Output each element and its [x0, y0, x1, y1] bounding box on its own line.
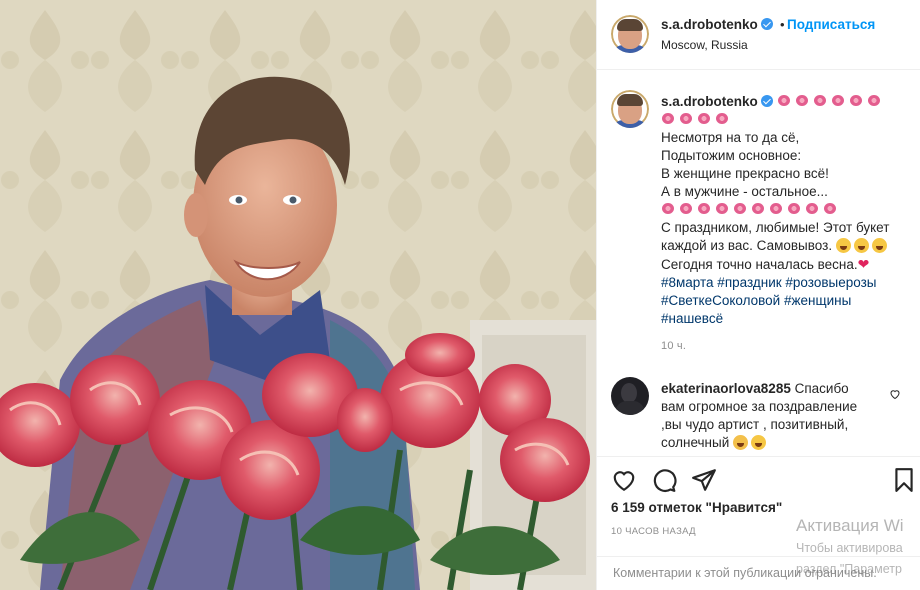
heart-outline-icon[interactable]	[611, 467, 637, 493]
comment-text: ,вы чудо артист , позитивный,	[661, 417, 849, 432]
blossom-emoji-icon	[697, 202, 711, 216]
caption-line-with-emoji: каждой из вас. Самовывоз.	[661, 237, 911, 255]
bookmark-icon[interactable]	[891, 467, 917, 493]
blossom-emoji-icon	[661, 112, 675, 126]
verified-badge-icon	[760, 95, 773, 107]
likes-count[interactable]: 6 159 отметок "Нравится"	[611, 500, 782, 515]
caption-line: Подытожим основное:	[661, 148, 802, 163]
commenter-username[interactable]: ekaterinaorlova8285	[661, 381, 791, 396]
caption-line: В женщине прекрасно всё!	[661, 166, 829, 181]
comment: ekaterinaorlova8285 Спасибо вам огромное…	[661, 380, 881, 452]
comment-bubble-icon[interactable]	[651, 467, 677, 493]
follow-button[interactable]: Подписаться	[787, 17, 875, 32]
laughing-emoji-icon	[871, 238, 887, 253]
blossom-emoji-icon	[849, 94, 863, 108]
post-actions	[597, 456, 920, 500]
post-caption: s.a.drobotenko Несмотря на то да сё, Под…	[661, 93, 911, 328]
caption-line: С праздником, любимые! Этот букет	[661, 220, 890, 235]
hashtags-line[interactable]: #8марта #праздник #розовыерозы	[661, 274, 911, 292]
flower-emoji-row-2	[661, 111, 911, 129]
clapping-emoji-icon	[733, 435, 749, 450]
blossom-emoji-icon	[777, 94, 791, 108]
blossom-emoji-icon	[795, 94, 809, 108]
commenter-avatar[interactable]	[611, 377, 649, 415]
author-username[interactable]: s.a.drobotenko	[661, 17, 773, 32]
flower-emoji-row-1	[777, 94, 885, 109]
blossom-emoji-icon	[813, 94, 827, 108]
separator-dot: •	[780, 17, 785, 32]
comment-text: солнечный	[661, 435, 730, 450]
post-header: s.a.drobotenko • Подписаться Moscow, Rus…	[597, 0, 920, 70]
blossom-emoji-icon	[867, 94, 881, 108]
comments-restricted-notice: Комментарии к этой публикации ограничены…	[597, 556, 920, 590]
verified-badge-icon	[760, 18, 773, 30]
blossom-emoji-icon	[715, 202, 729, 216]
blossom-emoji-icon	[679, 112, 693, 126]
laughing-emoji-icon	[853, 238, 869, 253]
blossom-emoji-icon	[715, 112, 729, 126]
red-heart-emoji-icon: ❤	[857, 256, 870, 272]
flower-emoji-row-3	[661, 201, 911, 219]
post-photo[interactable]	[0, 0, 596, 590]
laughing-emoji-icon	[835, 238, 851, 253]
post-sidebar: s.a.drobotenko • Подписаться Moscow, Rus…	[596, 0, 920, 590]
blossom-emoji-icon	[787, 202, 801, 216]
caption-line-with-heart: Сегодня точно началась весна.❤	[661, 256, 870, 272]
blossom-emoji-icon	[661, 202, 675, 216]
blossom-emoji-icon	[769, 202, 783, 216]
author-username-text[interactable]: s.a.drobotenko	[661, 17, 758, 32]
blossom-emoji-icon	[831, 94, 845, 108]
paper-plane-icon[interactable]	[691, 467, 717, 493]
blossom-emoji-icon	[697, 112, 711, 126]
blossom-emoji-icon	[823, 202, 837, 216]
hashtags-line[interactable]: #нашевсё	[661, 310, 911, 328]
caption-timestamp[interactable]: 10 ч.	[661, 340, 686, 352]
smiling-emoji-icon	[751, 435, 767, 450]
caption-username[interactable]: s.a.drobotenko	[661, 94, 773, 109]
post-location[interactable]: Moscow, Russia	[661, 38, 748, 52]
caption-line: А в мужчине - остальное...	[661, 184, 828, 199]
caption-author-avatar[interactable]	[611, 90, 649, 128]
comment-text: Спасибо	[790, 381, 849, 396]
blossom-emoji-icon	[805, 202, 819, 216]
post-age[interactable]: 10 ЧАСОВ НАЗАД	[611, 526, 696, 537]
blossom-emoji-icon	[751, 202, 765, 216]
hashtags-line[interactable]: #СветкеСоколовой #женщины	[661, 292, 911, 310]
comments-section[interactable]: s.a.drobotenko Несмотря на то да сё, Под…	[597, 70, 920, 456]
caption-line: Несмотря на то да сё,	[661, 130, 800, 145]
blossom-emoji-icon	[733, 202, 747, 216]
blossom-emoji-icon	[679, 202, 693, 216]
photo-illustration	[0, 0, 596, 590]
author-avatar[interactable]	[611, 15, 649, 53]
comment-like-heart-icon[interactable]	[889, 388, 901, 400]
comment-text: вам огромное за поздравление	[661, 399, 858, 414]
